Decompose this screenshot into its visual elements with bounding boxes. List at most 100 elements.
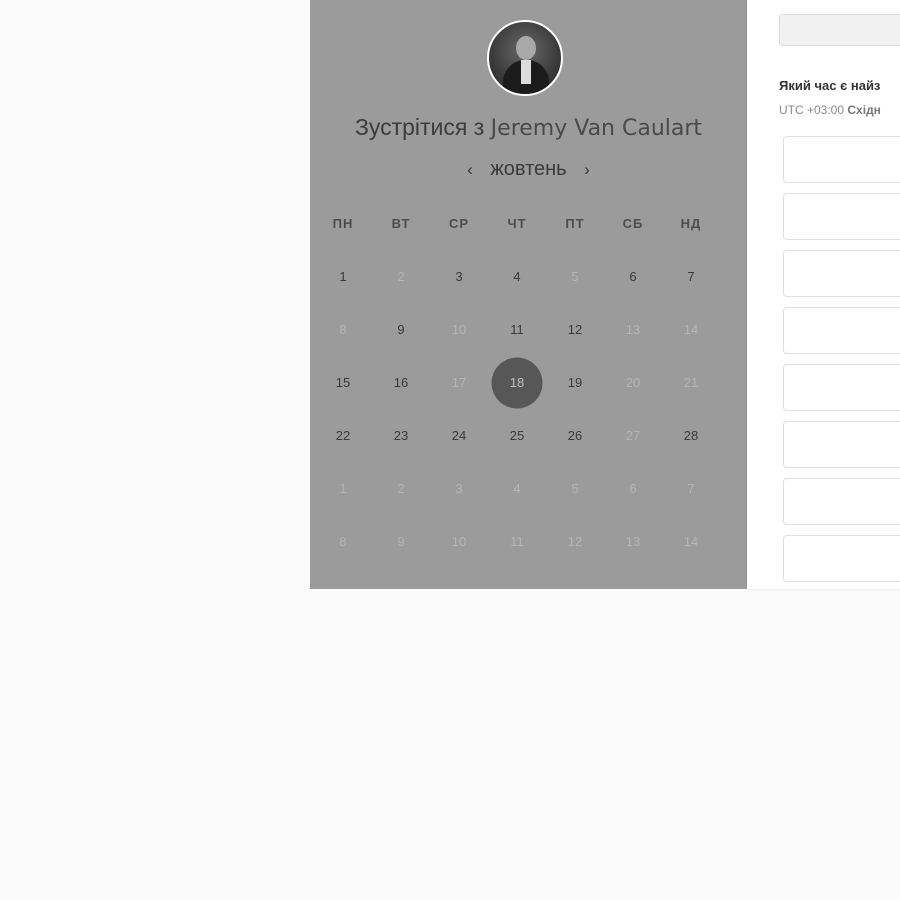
calendar-day-number: 5 — [571, 481, 579, 496]
calendar-day[interactable]: 1 — [314, 250, 372, 303]
calendar-day: 27 — [604, 409, 662, 462]
calendar-day-number: 3 — [455, 481, 463, 496]
calendar-week-row: 15 16 17 18 19 20 21 — [314, 356, 746, 409]
calendar-day-number: 6 — [629, 269, 637, 284]
calendar-day-number: 10 — [451, 322, 467, 337]
time-question: Який час є найз — [779, 78, 881, 93]
calendar-day-number: 12 — [567, 534, 583, 549]
calendar-day[interactable]: 19 — [546, 356, 604, 409]
calendar-day: 11 — [488, 515, 546, 568]
calendar-day-number: 6 — [629, 481, 637, 496]
calendar-day[interactable]: 16 — [372, 356, 430, 409]
calendar-day: 8 — [314, 303, 372, 356]
weekday-label: СБ — [622, 216, 644, 231]
time-slot-button[interactable] — [783, 478, 900, 525]
calendar-day[interactable]: 23 — [372, 409, 430, 462]
calendar-day-number: 15 — [335, 375, 351, 390]
next-month-button[interactable]: › — [572, 160, 602, 180]
calendar-day: 4 — [488, 462, 546, 515]
calendar-day: 21 — [662, 356, 720, 409]
weekday-label: ПН — [332, 216, 354, 231]
calendar-day-number: 12 — [567, 322, 583, 337]
calendar-day[interactable]: 6 — [604, 250, 662, 303]
time-panel-header-bar[interactable] — [779, 14, 900, 46]
calendar-day-number: 18 — [509, 375, 525, 390]
host-name: Jeremy Van Caulart — [490, 116, 703, 141]
calendar-day-number: 2 — [397, 481, 405, 496]
calendar-day-number: 5 — [571, 269, 579, 284]
calendar-day: 7 — [662, 462, 720, 515]
weekday-header: ПН ВТ СР ЧТ ПТ СБ НД — [314, 216, 746, 231]
calendar-day-number: 14 — [683, 534, 699, 549]
time-slot-button[interactable] — [783, 136, 900, 183]
calendar-day[interactable]: 22 — [314, 409, 372, 462]
calendar-day: 12 — [546, 515, 604, 568]
calendar-day: 1 — [314, 462, 372, 515]
calendar-day: 20 — [604, 356, 662, 409]
calendar-day-selected[interactable]: 18 — [488, 356, 546, 409]
calendar-day-number: 8 — [339, 534, 347, 549]
calendar-day: 13 — [604, 303, 662, 356]
calendar-day-number: 2 — [397, 269, 405, 284]
calendar-day[interactable]: 25 — [488, 409, 546, 462]
calendar-day[interactable]: 28 — [662, 409, 720, 462]
calendar-day[interactable]: 11 — [488, 303, 546, 356]
calendar-week-row: 8 9 10 11 12 13 14 — [314, 303, 746, 356]
time-slot-button[interactable] — [783, 250, 900, 297]
calendar-day[interactable]: 15 — [314, 356, 372, 409]
calendar-day: 13 — [604, 515, 662, 568]
time-slot-button[interactable] — [783, 307, 900, 354]
calendar-day[interactable]: 24 — [430, 409, 488, 462]
calendar-day[interactable]: 26 — [546, 409, 604, 462]
calendar-day: 10 — [430, 303, 488, 356]
meeting-title-prefix: Зустрітися з — [354, 114, 485, 140]
calendar-day-number: 11 — [510, 322, 524, 337]
calendar-day: 5 — [546, 462, 604, 515]
month-navigation: ‹ жовтень › — [310, 158, 747, 181]
prev-month-button[interactable]: ‹ — [455, 160, 485, 180]
calendar-day-number: 13 — [625, 322, 641, 337]
calendar-day[interactable]: 3 — [430, 250, 488, 303]
calendar-day-number: 23 — [393, 428, 409, 443]
meeting-title: Зустрітися з Jeremy Van Caulart — [310, 114, 747, 141]
calendar-day[interactable]: 7 — [662, 250, 720, 303]
calendar-day-number: 24 — [451, 428, 467, 443]
weekday-label: СР — [448, 216, 470, 231]
calendar-day: 8 — [314, 515, 372, 568]
weekday-label: ЧТ — [507, 216, 527, 231]
timezone-name: Східн — [847, 103, 881, 117]
calendar-day-number: 10 — [451, 534, 467, 549]
calendar-day-number: 11 — [510, 534, 524, 549]
calendar-day[interactable]: 4 — [488, 250, 546, 303]
calendar-day-number: 7 — [687, 269, 695, 284]
month-label: жовтень — [490, 158, 567, 180]
calendar-grid: 1 2 3 4 5 6 7 8 9 10 11 12 13 14 15 16 17 18 19 20 21 22 23 24 2… — [314, 250, 746, 568]
calendar-day[interactable]: 9 — [372, 303, 430, 356]
avatar-shirt — [521, 60, 531, 84]
time-slot-button[interactable] — [783, 535, 900, 582]
calendar-day-number: 19 — [567, 375, 583, 390]
calendar-day[interactable]: 12 — [546, 303, 604, 356]
calendar-day-number: 9 — [397, 534, 405, 549]
calendar-day-number: 1 — [339, 269, 347, 284]
calendar-week-row: 8 9 10 11 12 13 14 — [314, 515, 746, 568]
calendar-day: 9 — [372, 515, 430, 568]
time-slot-button[interactable] — [783, 421, 900, 468]
calendar-day: 5 — [546, 250, 604, 303]
calendar-day-number: 7 — [687, 481, 695, 496]
time-slot-button[interactable] — [783, 193, 900, 240]
calendar-day-number: 25 — [509, 428, 525, 443]
time-slot-button[interactable] — [783, 364, 900, 411]
calendar-day-number: 16 — [393, 375, 409, 390]
calendar-day-number: 27 — [625, 428, 641, 443]
calendar-day: 3 — [430, 462, 488, 515]
calendar-day-number: 28 — [683, 428, 699, 443]
calendar-day-number: 9 — [397, 322, 405, 337]
timezone-label[interactable]: UTC +03:00 Східн — [779, 103, 881, 117]
time-panel: Який час є найз UTC +03:00 Східн — [747, 0, 900, 589]
weekday-label: НД — [680, 216, 702, 231]
weekday-label: ПТ — [565, 216, 585, 231]
calendar-day-number: 4 — [513, 269, 521, 284]
calendar-day-number: 4 — [513, 481, 521, 496]
calendar-day: 10 — [430, 515, 488, 568]
